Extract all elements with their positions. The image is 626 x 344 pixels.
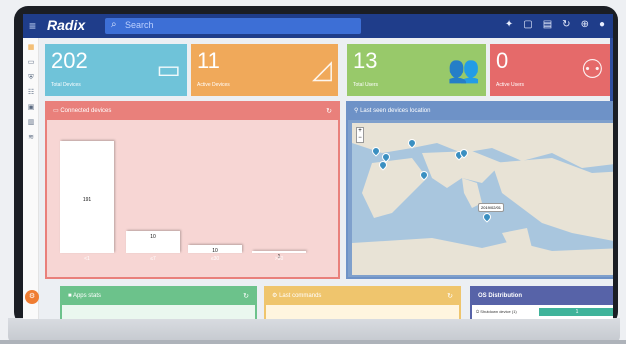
zoom-in-button[interactable]: + — [357, 128, 363, 135]
last-commands-card: ⚙ Last commands ↻ — [264, 286, 461, 319]
sidebar-devices-icon[interactable]: ▭ — [23, 58, 39, 68]
map-marker[interactable] — [481, 211, 493, 223]
stat-active-users[interactable]: 0 Active Users ⚇ — [490, 44, 610, 96]
search-placeholder: Search — [125, 20, 154, 30]
sidebar: ▦ ▭ ⛨ ☷ ▣ ▥ ≋ — [23, 38, 39, 319]
monitor-foot — [0, 340, 626, 344]
bar-value-label: 10 — [212, 248, 218, 254]
os-row-label: Shutdown device (1) — [480, 309, 517, 314]
card-title: Apps stats — [72, 293, 101, 299]
apps-icon[interactable]: ✦ — [505, 19, 513, 30]
stat-value: 11 — [197, 48, 220, 73]
card-header: ▭ Connected devices ↻ — [47, 103, 338, 120]
connected-devices-card: ▭ Connected devices ↻ 191 <1 10 ≤7 10 ≤30 1 >30 — [45, 101, 340, 279]
card-header: OS Distribution ↻ — [472, 288, 613, 305]
sidebar-dashboard-icon[interactable]: ▦ — [23, 43, 39, 53]
stat-label: Active Devices — [197, 82, 230, 88]
stat-value: 0 — [496, 48, 509, 73]
commands-icon: ⚙ — [272, 293, 278, 299]
stat-value: 202 — [51, 48, 88, 73]
x-tick-label: <1 — [84, 256, 90, 262]
card-header: ⚙ Last commands ↻ — [266, 288, 459, 305]
bar-3[interactable] — [252, 251, 306, 253]
menu-icon[interactable]: ≡ — [29, 19, 36, 33]
location-icon: ⚲ — [354, 108, 359, 114]
stat-total-users[interactable]: 13 Total Users 👥 — [347, 44, 486, 96]
os-row: ⏻ Shutdown device (1) 1 — [476, 308, 613, 316]
zoom-control[interactable]: + − — [356, 127, 364, 143]
search-icon: ⌕ — [111, 19, 117, 30]
devices-map-card: ⚲ Last seen devices location ↻ + − — [346, 101, 613, 279]
sidebar-users-icon[interactable]: ☷ — [23, 88, 39, 98]
card-title: Last seen devices location — [360, 108, 431, 114]
devices-icon: ▭ — [156, 54, 181, 84]
map-land — [352, 123, 613, 275]
x-tick-label: ≤30 — [210, 256, 220, 262]
refresh-icon[interactable]: ↻ — [562, 19, 570, 30]
settings-fab-button[interactable]: ⚙ — [25, 290, 39, 304]
globe-icon[interactable]: ⊕ — [581, 19, 589, 30]
sidebar-security-icon[interactable]: ⛨ — [23, 73, 39, 83]
map-marker[interactable] — [370, 145, 382, 157]
map-marker[interactable] — [377, 159, 389, 171]
window-icon[interactable]: ▢ — [523, 19, 532, 30]
x-tick-label: ≤7 — [150, 256, 156, 262]
map-marker[interactable] — [418, 169, 430, 181]
toolbar-icons: ✦ ▢ ▤ ↻ ⊕ ● — [505, 19, 605, 30]
screen: ≡ Radix ⌕ Search ✦ ▢ ▤ ↻ ⊕ ● ▦ ▭ ⛨ ☷ ▣ ▥… — [23, 14, 613, 319]
apps-stats-card: ■ Apps stats ↻ — [60, 286, 257, 319]
power-icon: ⏻ — [476, 309, 480, 314]
bar-value-label: 10 — [150, 234, 156, 240]
stat-value: 13 — [353, 48, 378, 73]
list-icon[interactable]: ▤ — [543, 19, 552, 30]
card-title: OS Distribution — [478, 293, 522, 299]
users-icon: 👥 — [447, 54, 480, 84]
x-tick-label: >30 — [274, 256, 284, 262]
map-view[interactable]: + − 2019/02/01 — [352, 123, 613, 275]
refresh-icon[interactable]: ↻ — [326, 103, 332, 120]
card-header: ■ Apps stats ↻ — [62, 288, 255, 305]
map-tooltip: 2019/02/01 — [478, 203, 505, 212]
user-group-icon: ⚇ — [580, 54, 604, 84]
sidebar-settings-icon[interactable]: ≋ — [23, 133, 39, 143]
stat-label: Total Devices — [51, 82, 81, 88]
top-navbar: ≡ Radix ⌕ Search ✦ ▢ ▤ ↻ ⊕ ● — [23, 14, 613, 38]
apps-icon: ■ — [68, 293, 72, 299]
search-bar[interactable]: ⌕ Search — [105, 18, 361, 34]
stat-label: Active Users — [496, 82, 525, 88]
card-header: ⚲ Last seen devices location ↻ — [348, 103, 613, 120]
cast-icon: ◿ — [312, 54, 332, 84]
bar-value-label: 191 — [82, 197, 92, 203]
refresh-icon[interactable]: ↻ — [447, 288, 453, 305]
card-title: Last commands — [279, 293, 322, 299]
refresh-icon[interactable]: ↻ — [243, 288, 249, 305]
stat-total-devices[interactable]: 202 Total Devices ▭ — [45, 44, 187, 96]
map-marker[interactable] — [406, 137, 418, 149]
os-row-bar: 1 — [539, 308, 613, 316]
user-icon[interactable]: ● — [599, 19, 605, 30]
sidebar-files-icon[interactable]: ▣ — [23, 103, 39, 113]
brand-logo[interactable]: Radix — [47, 17, 85, 33]
map-marker[interactable] — [458, 147, 470, 159]
sidebar-reports-icon[interactable]: ▥ — [23, 118, 39, 128]
stat-label: Total Users — [353, 82, 379, 88]
os-distribution-card: OS Distribution ↻ ⏻ Shutdown device (1) … — [470, 286, 613, 319]
card-title: Connected devices — [60, 108, 112, 114]
monitor-icon: ▭ — [53, 108, 59, 114]
stat-active-devices[interactable]: 11 Active Devices ◿ — [191, 44, 338, 96]
zoom-out-button[interactable]: − — [357, 135, 363, 142]
